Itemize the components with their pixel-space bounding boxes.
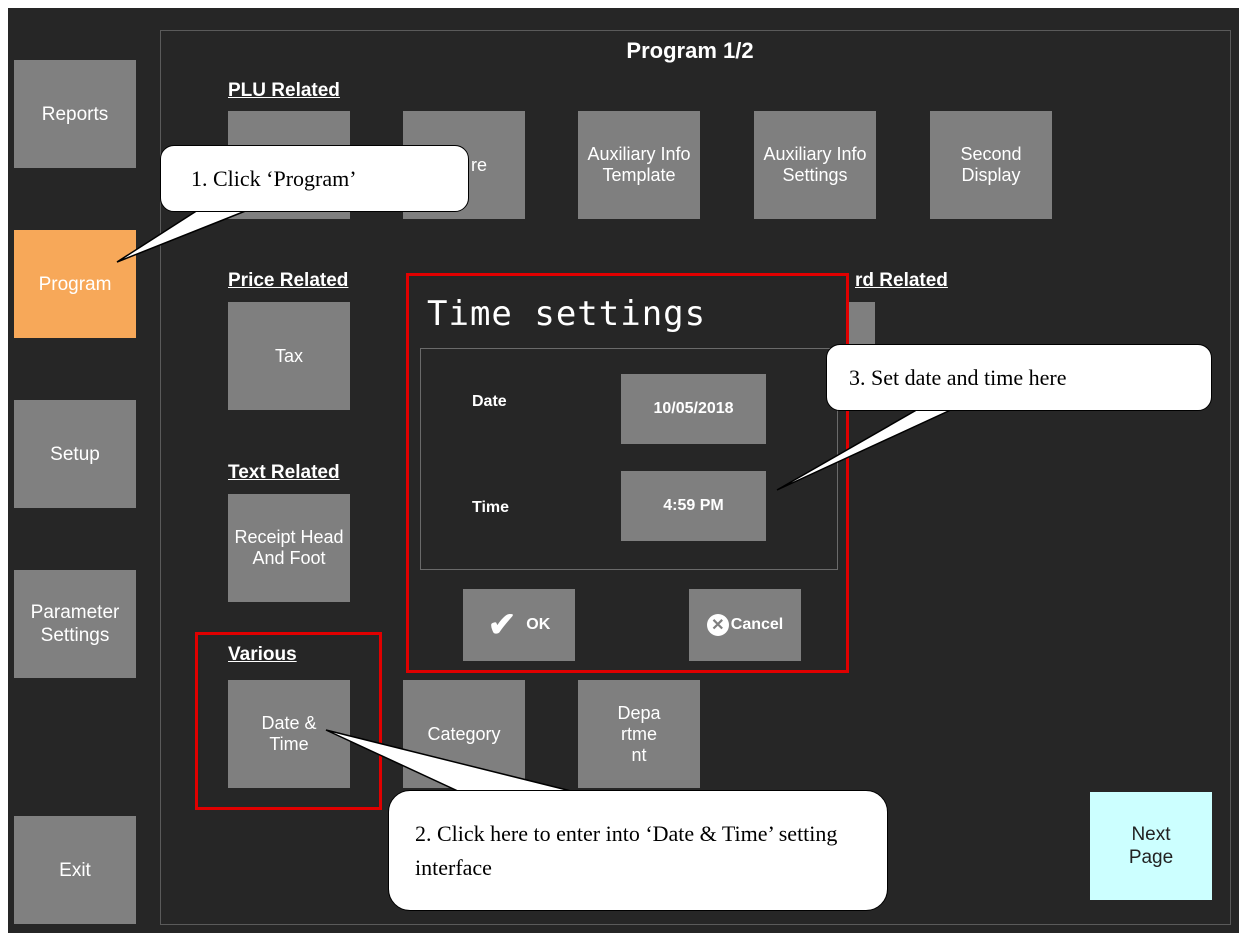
callout-step3: 3. Set date and time here	[826, 344, 1212, 411]
callout2-pointer	[325, 729, 576, 793]
callout1-pointer	[116, 209, 249, 263]
callout-step1: 1. Click ‘Program’	[160, 145, 469, 212]
callout-step2: 2. Click here to enter into ‘Date & Time…	[388, 790, 888, 911]
callout3-pointer	[776, 407, 956, 491]
